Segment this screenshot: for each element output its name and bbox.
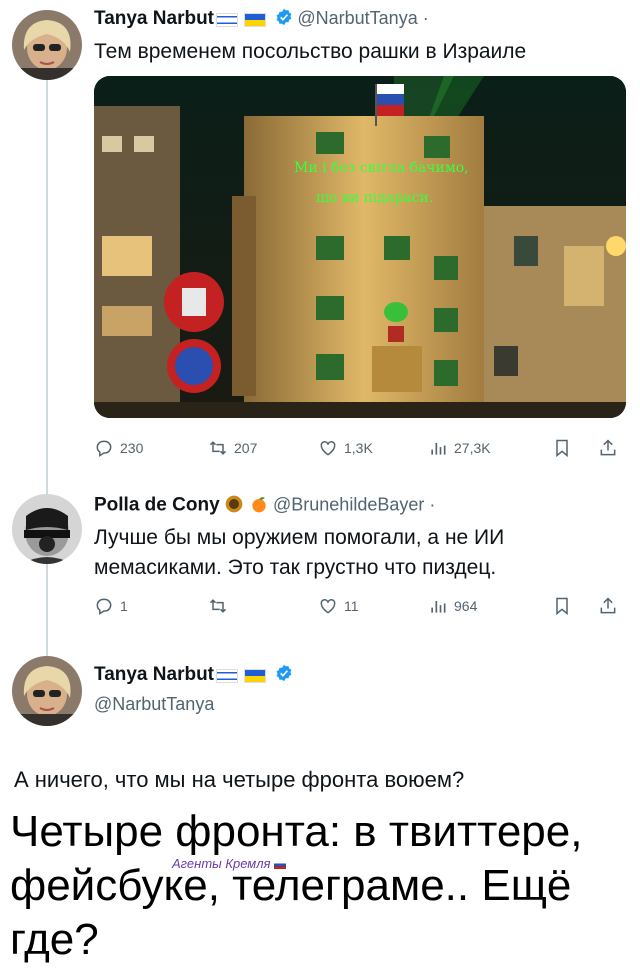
share-button[interactable] [598,438,618,458]
tweet-text: Тем временем посольство рашки в Израиле [94,40,527,63]
like-button[interactable]: 1,3K [318,438,373,458]
reply-button[interactable]: 230 [94,438,143,458]
reply-count: 230 [120,440,144,456]
author-handle[interactable]: @BrunehildeBayer · [273,495,435,515]
views-button[interactable]: 27,3K [428,438,491,458]
repost-icon [209,599,227,613]
repost-button[interactable] [208,596,234,616]
author-handle[interactable]: @NarbutTanya [94,694,214,715]
bookmark-button[interactable] [552,596,572,616]
reply-icon [96,440,112,457]
laser-text-line2: що ви підараси. [316,190,433,206]
badge-emoji-icon [224,494,244,519]
caption-line2: фейсбуке, телеграме.. Ещё [10,861,572,910]
like-button[interactable]: 11 [318,596,359,616]
caption-line3: где? [10,915,99,964]
views-count: 27,3K [454,440,491,456]
reply-count: 1 [120,598,128,614]
reply-icon [96,598,112,615]
russia-flag-icon [274,860,287,869]
reply-button[interactable]: 1 [94,596,128,616]
author-name[interactable]: Polla de Cony [94,495,220,516]
author-handle[interactable]: @NarbutTanya · [297,8,428,28]
caption-line1: Четыре фронта: в твиттере, [10,807,583,856]
repost-button[interactable]: 207 [208,438,257,458]
repost-icon [209,441,227,455]
bookmark-button[interactable] [552,438,572,458]
tweet-text: А ничего, что мы на четыре фронта воюем? [14,767,465,792]
like-icon [320,440,336,456]
israel-flag-icon [216,12,239,27]
verified-badge-icon [275,664,293,687]
tweet-header: Tanya Narbut [94,664,293,687]
tweet-header: Polla de Cony @BrunehildeBayer · [94,494,435,519]
tweet-text-line1: Лучше бы мы оружием помогали, а не ИИ [94,526,505,549]
avatar[interactable] [12,656,82,726]
share-icon [600,439,616,456]
watermark-text: Агенты Кремля [172,856,271,871]
caption-block: Четыре фронта: в твиттере, фейсбуке, тел… [0,802,640,978]
bookmark-icon [556,439,568,458]
bookmark-icon [556,597,568,616]
ukraine-flag-icon [244,668,267,683]
like-count: 11 [344,598,359,614]
thread-line [46,80,48,720]
ukraine-flag-icon [244,12,267,27]
tweet-text-line2: мемасиками. Это так грустно что пиздец. [94,556,497,579]
views-count: 964 [454,598,478,614]
laser-text-line1: Ми і без світла бачимо, [294,160,469,176]
tweet-header: Tanya Narbut @NarbutTanya · [94,8,429,31]
peach-emoji-icon [249,494,269,519]
verified-badge-icon [275,8,293,31]
author-name[interactable]: Tanya Narbut [94,8,214,29]
author-name[interactable]: Tanya Narbut [94,664,214,685]
tweet-image[interactable]: Ми і без світла бачимо, що ви підараси. [94,76,626,418]
avatar[interactable] [12,494,82,564]
views-icon [431,601,446,613]
views-icon [431,443,446,455]
watermark: Агенты Кремля [172,856,287,871]
israel-flag-icon [216,668,239,683]
avatar[interactable] [12,10,82,80]
like-count: 1,3K [344,440,373,456]
repost-count: 207 [234,440,258,456]
like-icon [320,598,336,614]
views-button[interactable]: 964 [428,596,477,616]
share-icon [600,597,616,614]
share-button[interactable] [598,596,618,616]
